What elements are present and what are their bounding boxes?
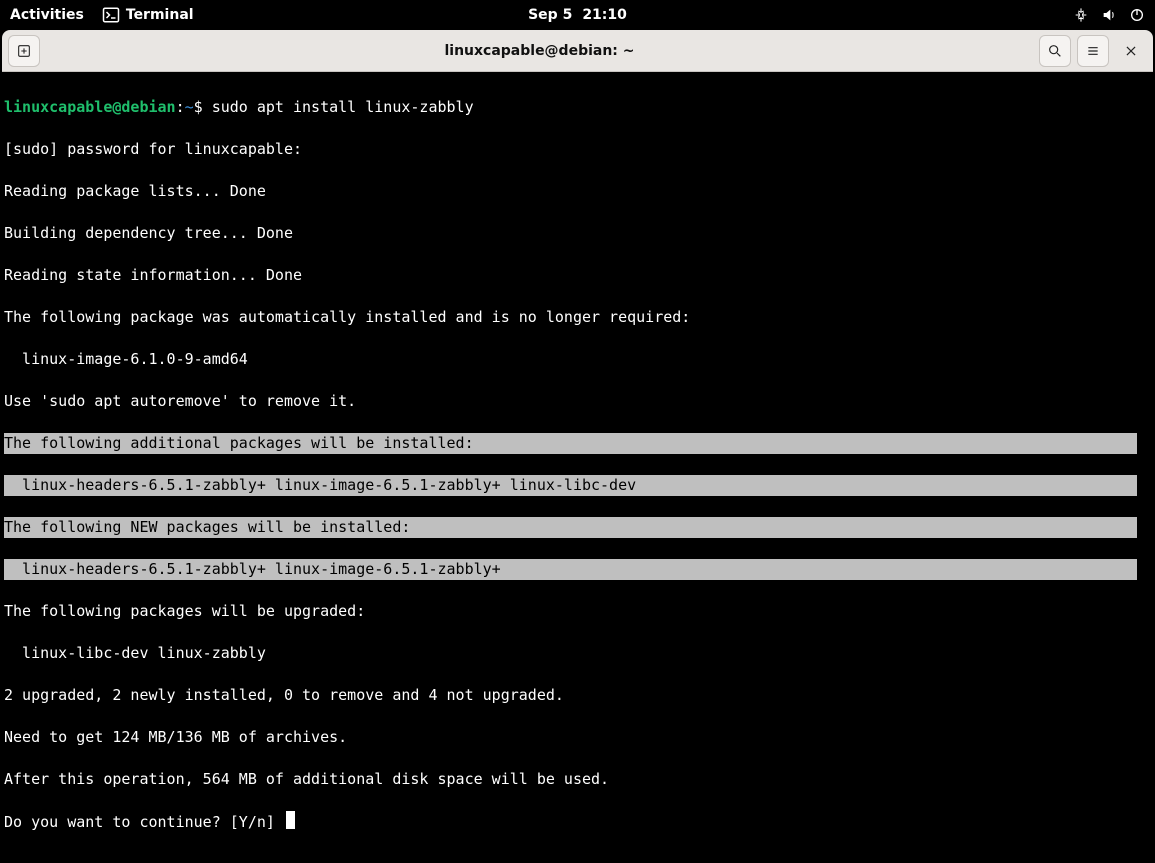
output-line-highlight: The following additional packages will b… xyxy=(4,433,1151,454)
window-title: linuxcapable@debian: ~ xyxy=(40,43,1039,59)
menu-button[interactable] xyxy=(1077,35,1109,67)
clock[interactable]: Sep 5 21:10 xyxy=(528,7,627,23)
terminal-cursor xyxy=(286,811,295,829)
output-line: Reading package lists... Done xyxy=(4,181,1151,202)
power-icon xyxy=(1129,7,1145,23)
volume-icon xyxy=(1101,7,1117,23)
output-line: Need to get 124 MB/136 MB of archives. xyxy=(4,727,1151,748)
search-button[interactable] xyxy=(1039,35,1071,67)
output-line-highlight: linux-headers-6.5.1-zabbly+ linux-image-… xyxy=(4,475,1151,496)
clock-time: 21:10 xyxy=(582,7,627,23)
prompt-line: linuxcapable@debian:~$ sudo apt install … xyxy=(4,97,1151,118)
system-tray[interactable] xyxy=(1073,7,1145,23)
app-indicator[interactable]: Terminal xyxy=(102,6,194,24)
output-line: Do you want to continue? [Y/n] xyxy=(4,811,1151,833)
hamburger-icon xyxy=(1085,43,1101,59)
output-line: Building dependency tree... Done xyxy=(4,223,1151,244)
window-titlebar: linuxcapable@debian: ~ xyxy=(2,30,1153,72)
gnome-topbar: Activities Terminal Sep 5 21:10 xyxy=(0,0,1155,30)
output-line-highlight: linux-headers-6.5.1-zabbly+ linux-image-… xyxy=(4,559,1151,580)
network-icon xyxy=(1073,7,1089,23)
plus-boxed-icon xyxy=(16,43,32,59)
clock-date: Sep 5 xyxy=(528,7,572,23)
output-line: Use 'sudo apt autoremove' to remove it. xyxy=(4,391,1151,412)
output-line: linux-image-6.1.0-9-amd64 xyxy=(4,349,1151,370)
terminal-icon xyxy=(102,6,120,24)
app-indicator-label: Terminal xyxy=(126,7,194,23)
prompt-command: sudo apt install linux-zabbly xyxy=(212,98,474,116)
new-tab-button[interactable] xyxy=(8,35,40,67)
terminal-scrollbar[interactable] xyxy=(1137,72,1153,861)
prompt-cwd: ~ xyxy=(185,98,194,116)
prompt-user-host: linuxcapable@debian xyxy=(4,98,176,116)
output-line: 2 upgraded, 2 newly installed, 0 to remo… xyxy=(4,685,1151,706)
prompt-separator: : xyxy=(176,98,185,116)
activities-button[interactable]: Activities xyxy=(10,7,84,23)
terminal-viewport[interactable]: linuxcapable@debian:~$ sudo apt install … xyxy=(2,72,1153,861)
output-line: linux-libc-dev linux-zabbly xyxy=(4,643,1151,664)
scrollbar-thumb[interactable] xyxy=(1137,72,1153,861)
search-icon xyxy=(1047,43,1063,59)
terminal-window: linuxcapable@debian: ~ linuxcapable@debi… xyxy=(2,30,1153,861)
output-line: [sudo] password for linuxcapable: xyxy=(4,139,1151,160)
close-icon xyxy=(1124,44,1138,58)
output-line: After this operation, 564 MB of addition… xyxy=(4,769,1151,790)
output-line-highlight: The following NEW packages will be insta… xyxy=(4,517,1151,538)
output-line: The following package was automatically … xyxy=(4,307,1151,328)
output-line: Reading state information... Done xyxy=(4,265,1151,286)
close-button[interactable] xyxy=(1115,35,1147,67)
output-line: The following packages will be upgraded: xyxy=(4,601,1151,622)
prompt-symbol: $ xyxy=(194,98,212,116)
